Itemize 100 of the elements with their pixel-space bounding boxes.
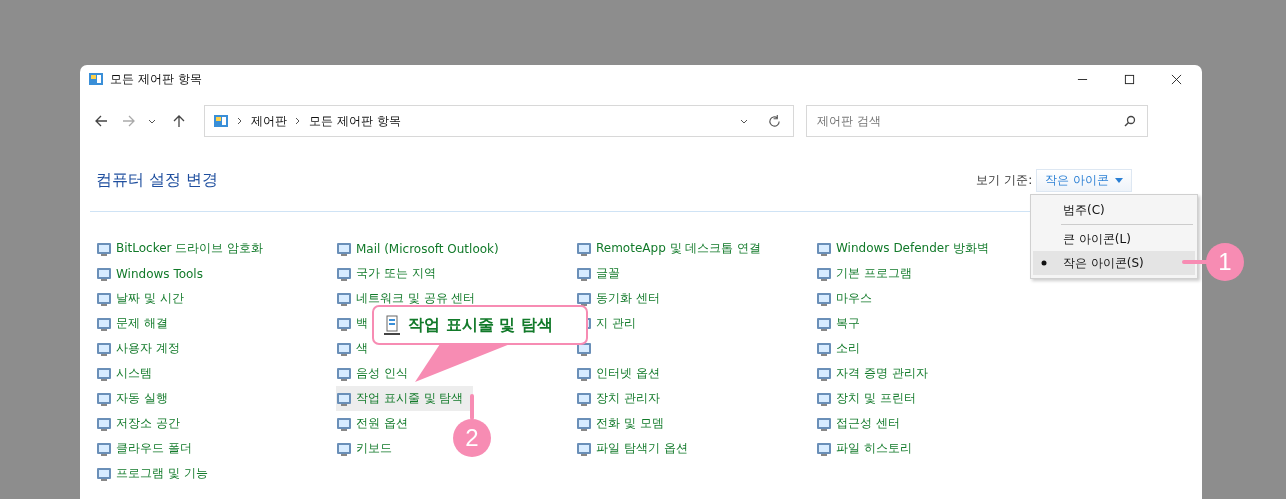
control-panel-link[interactable]: 파일 히스토리 [836,440,912,457]
app-icon [576,390,592,407]
control-panel-link[interactable]: 접근성 센터 [836,415,900,432]
control-panel-link[interactable]: Windows Defender 방화벽 [836,240,989,257]
chevron-down-icon[interactable] [148,117,156,125]
app-icon [336,440,352,457]
control-panel-link[interactable]: 마우스 [836,290,872,307]
menu-item[interactable]: 작은 아이콘(S) [1033,251,1195,275]
control-panel-link[interactable]: 프로그램 및 기능 [116,465,208,482]
app-icon [336,240,352,257]
app-icon [336,365,352,382]
control-panel-link[interactable]: 국가 또는 지역 [356,265,436,282]
control-panel-link[interactable]: 날짜 및 시간 [116,290,184,307]
control-panel-icon [88,71,104,87]
app-icon [336,290,352,307]
view-by-label: 보기 기준: [976,171,1033,189]
breadcrumb[interactable]: 제어판 [251,112,287,130]
app-icon [96,240,112,257]
control-panel-link[interactable]: 색 [356,340,368,357]
app-icon [816,365,832,382]
control-panel-link[interactable]: 자격 증명 관리자 [836,365,928,382]
app-icon [336,340,352,357]
page-heading: 컴퓨터 설정 변경 [96,169,219,191]
menu-item[interactable]: 큰 아이콘(L) [1033,227,1195,251]
app-icon [336,265,352,282]
control-panel-link[interactable]: 음성 인식 [356,365,408,382]
close-icon[interactable] [1171,73,1182,85]
back-arrow-icon[interactable] [94,114,108,128]
app-icon [816,415,832,432]
app-icon [816,440,832,457]
app-icon [96,415,112,432]
app-icon [96,465,112,482]
control-panel-link[interactable]: 클라우드 폴더 [116,440,192,457]
control-panel-link[interactable]: 키보드 [356,440,392,457]
app-icon [816,390,832,407]
view-by-dropdown[interactable]: 작은 아이콘 [1036,168,1132,192]
app-icon [576,240,592,257]
control-panel-link[interactable]: 글꼴 [596,265,620,282]
control-panel-link[interactable]: 사용자 계정 [116,340,180,357]
control-panel-icon [213,113,229,129]
control-panel-link[interactable]: 저장소 공간 [116,415,180,432]
control-panel-link[interactable]: 파일 탐색기 옵션 [596,440,688,457]
search-icon[interactable] [1124,115,1136,127]
chevron-right-icon [237,117,243,125]
chevron-right-icon [295,117,301,125]
control-panel-link[interactable]: 장치 및 프린터 [836,390,916,407]
app-icon [816,290,832,307]
control-panel-link[interactable]: Windows Tools [116,266,203,281]
step-badge: 2 [453,419,491,457]
control-panel-link[interactable]: 기본 프로그램 [836,265,912,282]
step-badge: 1 [1206,243,1244,281]
control-panel-link[interactable]: 자동 실행 [116,390,168,407]
app-icon [336,415,352,432]
control-panel-link[interactable]: RemoteApp 및 데스크톱 연결 [596,240,762,257]
app-icon [96,390,112,407]
callout-text: 작업 표시줄 및 탐색 [408,314,553,336]
control-panel-link[interactable]: 시스템 [116,365,152,382]
breadcrumb[interactable]: 모든 제어판 항목 [309,112,401,130]
app-icon [576,365,592,382]
window-title: 모든 제어판 항목 [110,70,202,88]
app-icon [576,440,592,457]
control-panel-link[interactable]: 인터넷 옵션 [596,365,660,382]
menu-item[interactable]: 범주(C) [1033,198,1195,222]
taskbar-icon [384,314,400,336]
control-panel-link[interactable]: Mail (Microsoft Outlook) [356,241,499,256]
app-icon [96,265,112,282]
app-icon [336,315,352,332]
control-panel-link[interactable]: 지 관리 [596,315,636,332]
search-field[interactable]: 제어판 검색 [806,105,1148,137]
control-panel-link[interactable]: BitLocker 드라이브 암호화 [116,240,264,257]
app-icon [576,415,592,432]
address-bar[interactable]: 제어판 모든 제어판 항목 [204,105,794,137]
control-panel-link[interactable]: 복구 [836,315,860,332]
app-icon [96,340,112,357]
up-arrow-icon[interactable] [172,114,186,128]
control-panel-link[interactable]: 백 [356,315,368,332]
chevron-down-icon[interactable] [740,117,748,125]
control-panel-link[interactable]: 전원 옵션 [356,415,408,432]
refresh-icon[interactable] [768,114,781,128]
bullet-icon [1041,260,1047,266]
app-icon [816,340,832,357]
app-icon [816,265,832,282]
app-icon [336,390,352,407]
app-icon [576,265,592,282]
app-icon [816,240,832,257]
control-panel-link[interactable]: 네트워크 및 공유 센터 [356,290,476,307]
app-icon [96,315,112,332]
caret-icon [1115,177,1123,183]
app-icon [576,290,592,307]
control-panel-link[interactable]: 동기화 센터 [596,290,660,307]
maximize-icon[interactable] [1124,73,1135,85]
app-icon [96,290,112,307]
app-icon [96,440,112,457]
control-panel-link[interactable]: 문제 해결 [116,315,168,332]
control-panel-link[interactable]: 전화 및 모뎀 [596,415,664,432]
control-panel-link[interactable]: 장치 관리자 [596,390,660,407]
app-icon [96,365,112,382]
leader-line [470,394,474,420]
app-icon [816,315,832,332]
control-panel-link[interactable]: 소리 [836,340,860,357]
